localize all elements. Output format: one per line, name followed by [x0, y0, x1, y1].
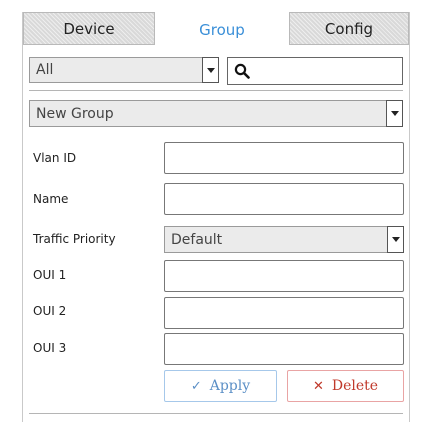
tab-bar: Device Group Config: [23, 12, 409, 47]
vlan-id-label: Vlan ID: [33, 151, 77, 165]
group-select-value: New Group: [36, 105, 114, 122]
traffic-priority-label: Traffic Priority: [33, 232, 116, 246]
tab-group[interactable]: Group: [155, 12, 289, 47]
delete-button[interactable]: ✕ Delete: [287, 370, 404, 402]
bottom-divider: [29, 413, 403, 414]
tab-device[interactable]: Device: [23, 12, 155, 45]
search-icon[interactable]: [234, 63, 250, 79]
chevron-down-icon[interactable]: [386, 100, 403, 127]
oui3-field[interactable]: [164, 333, 404, 365]
oui2-label: OUI 2: [33, 304, 67, 318]
name-label: Name: [33, 192, 69, 206]
tab-config-label: Config: [324, 19, 374, 38]
apply-label: Apply: [209, 378, 251, 394]
chevron-down-icon[interactable]: [387, 226, 404, 253]
oui1-field[interactable]: [164, 260, 404, 292]
oui2-field[interactable]: [164, 297, 404, 329]
tab-config[interactable]: Config: [289, 12, 409, 45]
tab-device-label: Device: [63, 19, 115, 38]
traffic-priority-value: Default: [171, 231, 223, 248]
oui1-label: OUI 1: [33, 268, 67, 282]
group-select[interactable]: New Group: [29, 100, 403, 127]
group-panel: Device Group Config All New Group Vlan I…: [22, 12, 410, 422]
vlan-id-field[interactable]: [164, 142, 404, 174]
divider: [29, 90, 403, 91]
traffic-priority-select[interactable]: Default: [164, 226, 404, 253]
search-input[interactable]: [227, 57, 403, 85]
tab-group-label: Group: [199, 20, 245, 39]
name-field[interactable]: [164, 183, 404, 215]
oui3-label: OUI 3: [33, 341, 67, 355]
x-icon: ✕: [312, 378, 324, 394]
check-icon: ✓: [190, 378, 202, 394]
chevron-down-icon[interactable]: [202, 57, 219, 83]
filter-select[interactable]: All: [29, 57, 219, 83]
delete-label: Delete: [331, 378, 379, 394]
apply-button[interactable]: ✓ Apply: [164, 370, 277, 402]
filter-select-value: All: [36, 62, 54, 78]
